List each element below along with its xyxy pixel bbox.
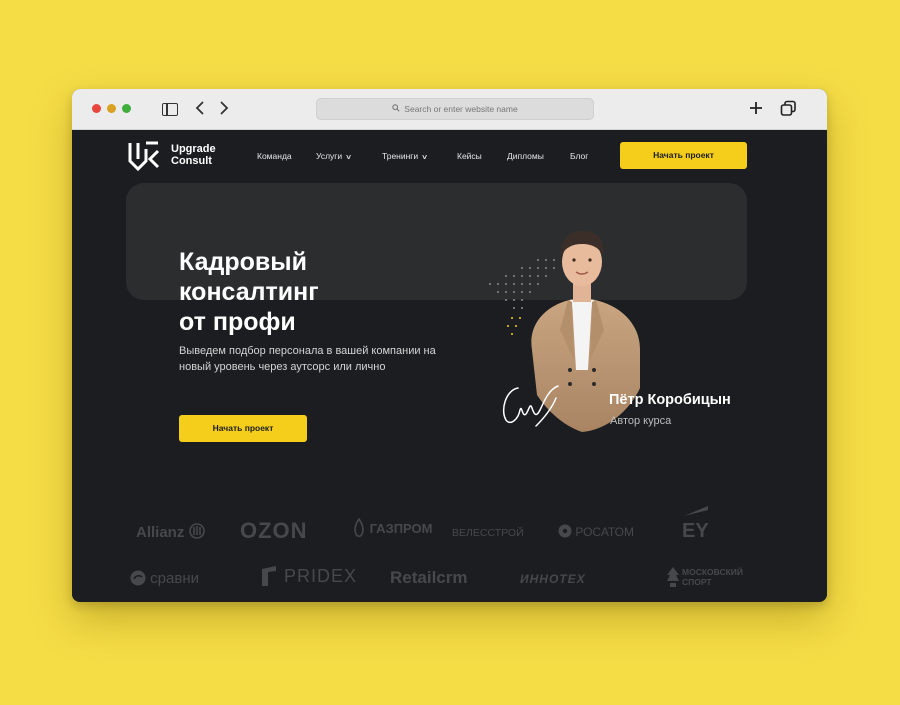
back-icon[interactable] <box>195 101 205 119</box>
client-logo-gazprom-text: ГАЗПРОМ <box>369 521 433 536</box>
sravni-emblem-icon <box>130 570 146 586</box>
client-logo-innotech: ИННОТЕХ <box>520 572 586 586</box>
minimize-window-button[interactable] <box>107 104 116 113</box>
address-placeholder: Search or enter website name <box>404 104 518 114</box>
nav-item-trainings-label: Тренинги <box>382 151 419 161</box>
chevron-down-icon: ∨ <box>421 154 429 161</box>
client-logo-allianz-text: Allianz <box>136 524 185 541</box>
client-logo-moscow-sport-line1: МОСКОВСКИЙ <box>682 567 743 577</box>
pridex-emblem-icon <box>262 566 276 586</box>
client-logo-rosatom: РОСАТОМ <box>558 524 634 539</box>
browser-toolbar: Search or enter website name <box>72 89 827 130</box>
rosatom-emblem-icon <box>558 524 572 538</box>
chevron-down-icon: ∨ <box>345 154 353 161</box>
client-logo-moscow-sport: МОСКОВСКИЙ СПОРТ <box>666 567 743 587</box>
signature-graphic <box>502 385 559 427</box>
forward-icon[interactable] <box>219 101 229 119</box>
start-project-header-button[interactable]: Начать проект <box>620 142 747 169</box>
client-logo-ey-text: EY <box>682 520 709 542</box>
hero-subtitle: Выведем подбор персонала в вашей компани… <box>179 345 436 373</box>
hero-title: Кадровый консалтинг от профи <box>179 247 419 337</box>
moscow-sport-emblem-icon <box>667 567 679 587</box>
author-role: Автор курса <box>610 415 672 427</box>
client-logo-rosatom-text: РОСАТОМ <box>575 525 635 539</box>
nav-item-services-label: Услуги <box>316 151 343 161</box>
logo-text[interactable]: Upgrade Consult <box>171 143 216 167</box>
hero-title-line2: консалтинг <box>179 278 319 306</box>
nav-item-trainings[interactable]: Тренинги ∨ <box>382 151 429 161</box>
nav-item-team[interactable]: Команда <box>257 151 292 161</box>
start-project-hero-button[interactable]: Начать проект <box>179 415 307 442</box>
sidebar-toggle-icon[interactable] <box>162 103 178 116</box>
client-logo-sravni-text: сравни <box>150 570 199 587</box>
client-logo-retailcrm: Retailcrm <box>390 568 468 587</box>
client-logo-pridex-text: PRIDEX <box>284 566 358 586</box>
landing-page: Upgrade Consult Команда Услуги ∨ Тренинги… <box>72 130 827 602</box>
client-logo-gazprom: ГАЗПРОМ <box>352 517 433 538</box>
new-tab-icon[interactable] <box>748 100 764 120</box>
client-logo-pridex: PRIDEX <box>260 565 357 587</box>
nav-item-services[interactable]: Услуги ∨ <box>316 151 353 161</box>
browser-window: Search or enter website name Upgrade Con… <box>72 89 827 602</box>
author-name: Пётр Коробицын <box>609 392 731 408</box>
nav-item-diplomas[interactable]: Дипломы <box>507 151 544 161</box>
client-logo-moscow-sport-line2: СПОРТ <box>682 577 712 587</box>
hero-title-line3: от профи <box>179 308 296 336</box>
gazprom-flame-icon <box>354 517 364 538</box>
logo-line2: Consult <box>171 155 212 167</box>
nav-item-blog[interactable]: Блог <box>570 151 588 161</box>
hero-title-line1: Кадровый <box>179 248 307 276</box>
client-logo-ozon: OZON <box>240 518 308 543</box>
client-logo-sravni: сравни <box>130 570 199 587</box>
search-icon <box>392 99 400 121</box>
logo-line1: Upgrade <box>171 143 216 155</box>
tabs-overview-icon[interactable] <box>780 100 797 121</box>
nav-item-cases[interactable]: Кейсы <box>457 151 482 161</box>
client-logo-ey: EY <box>682 506 709 542</box>
upgrade-consult-logo[interactable] <box>128 139 160 171</box>
ey-beam-icon <box>684 506 708 516</box>
allianz-emblem-icon <box>188 523 205 539</box>
maximize-window-button[interactable] <box>122 104 131 113</box>
close-window-button[interactable] <box>92 104 101 113</box>
client-logo-velesstroy: ВЕЛЕССТРОЙ <box>452 527 524 539</box>
client-logo-allianz: Allianz <box>136 523 205 541</box>
address-bar[interactable]: Search or enter website name <box>316 98 594 120</box>
